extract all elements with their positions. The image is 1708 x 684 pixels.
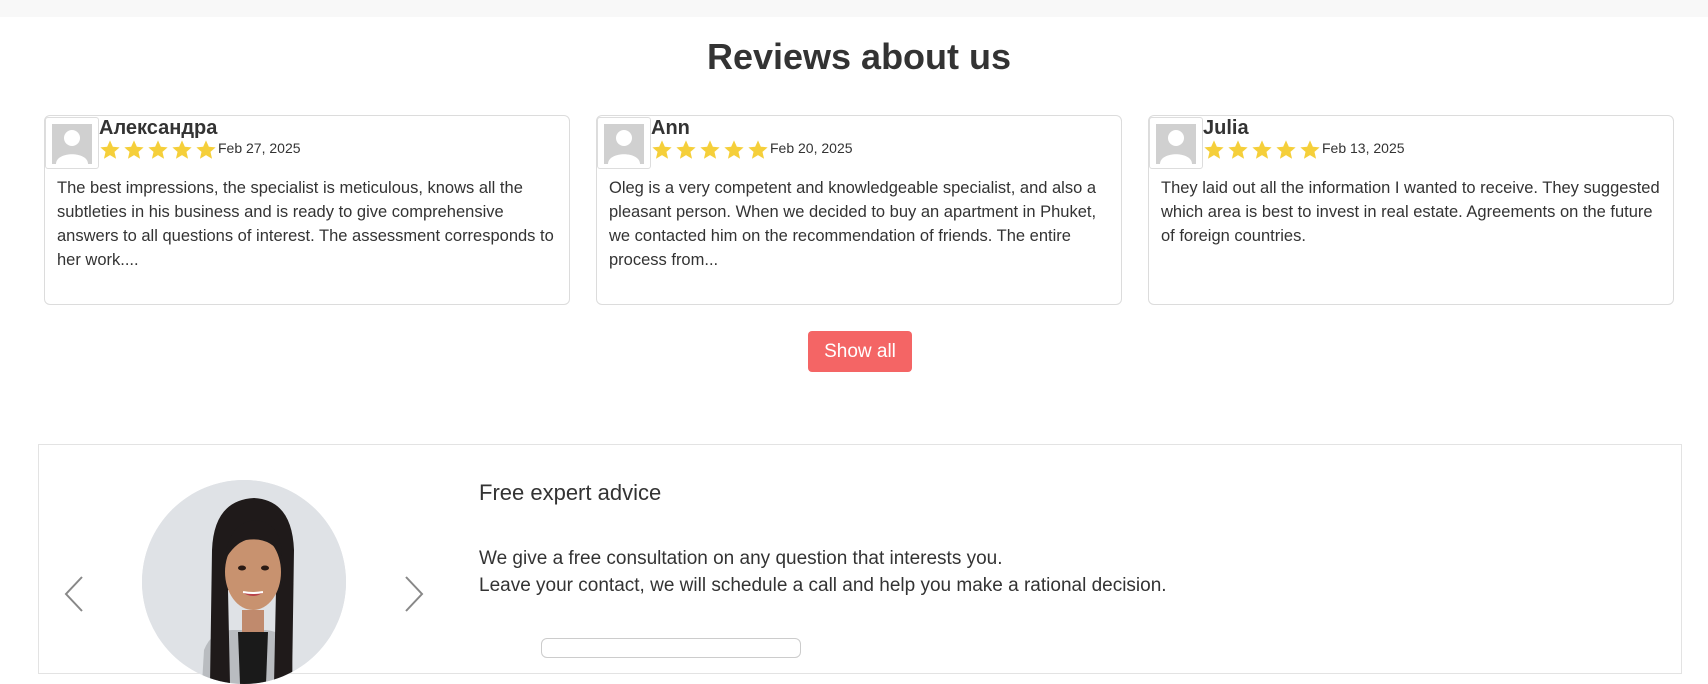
star-icon xyxy=(1252,140,1272,159)
top-bar xyxy=(0,0,1708,17)
star-icon xyxy=(148,140,168,159)
star-icon xyxy=(700,140,720,159)
advice-description-line: We give a free consultation on any quest… xyxy=(479,548,1003,569)
section-title: Reviews about us xyxy=(706,36,1012,77)
review-card: Julia Feb 13, 2025 They laid out all the… xyxy=(1148,115,1674,305)
star-icon xyxy=(1300,140,1320,159)
star-icon xyxy=(748,140,768,159)
star-rating xyxy=(99,138,219,162)
review-date: Feb 27, 2025 xyxy=(218,140,301,156)
star-icon xyxy=(1204,140,1224,159)
expert-photo xyxy=(142,480,346,684)
avatar xyxy=(1149,117,1203,169)
review-date: Feb 13, 2025 xyxy=(1322,140,1405,156)
avatar xyxy=(45,117,99,169)
chevron-left-icon[interactable] xyxy=(63,574,85,614)
reviewer-name: Александра xyxy=(99,117,218,139)
advice-title: Free expert advice xyxy=(479,480,662,505)
star-icon xyxy=(196,140,216,159)
contact-input[interactable] xyxy=(541,638,801,658)
review-text: Oleg is a very competent and knowledgeab… xyxy=(609,179,1097,269)
star-icon xyxy=(1276,140,1296,159)
star-icon xyxy=(124,140,144,159)
reviewer-name: Julia xyxy=(1203,117,1249,139)
star-icon xyxy=(100,140,120,159)
advice-description-line: Leave your contact, we will schedule a c… xyxy=(479,575,1167,596)
star-icon xyxy=(724,140,744,159)
user-placeholder-icon xyxy=(1156,124,1196,164)
show-all-button[interactable]: Show all xyxy=(808,331,912,372)
reviewer-name: Ann xyxy=(651,117,690,139)
review-date: Feb 20, 2025 xyxy=(770,140,853,156)
star-rating xyxy=(1203,138,1323,162)
user-placeholder-icon xyxy=(52,124,92,164)
review-text: The best impressions, the specialist is … xyxy=(57,179,554,269)
expert-portrait-image xyxy=(142,480,346,684)
user-placeholder-icon xyxy=(604,124,644,164)
star-icon xyxy=(652,140,672,159)
chevron-right-icon[interactable] xyxy=(403,574,425,614)
review-card: Александра Feb 27, 2025 The best impress… xyxy=(44,115,570,305)
review-card: Ann Feb 20, 2025 Oleg is a very competen… xyxy=(596,115,1122,305)
star-icon xyxy=(676,140,696,159)
star-rating xyxy=(651,138,771,162)
star-icon xyxy=(1228,140,1248,159)
review-text: They laid out all the information I want… xyxy=(1161,179,1660,245)
avatar xyxy=(597,117,651,169)
star-icon xyxy=(172,140,192,159)
